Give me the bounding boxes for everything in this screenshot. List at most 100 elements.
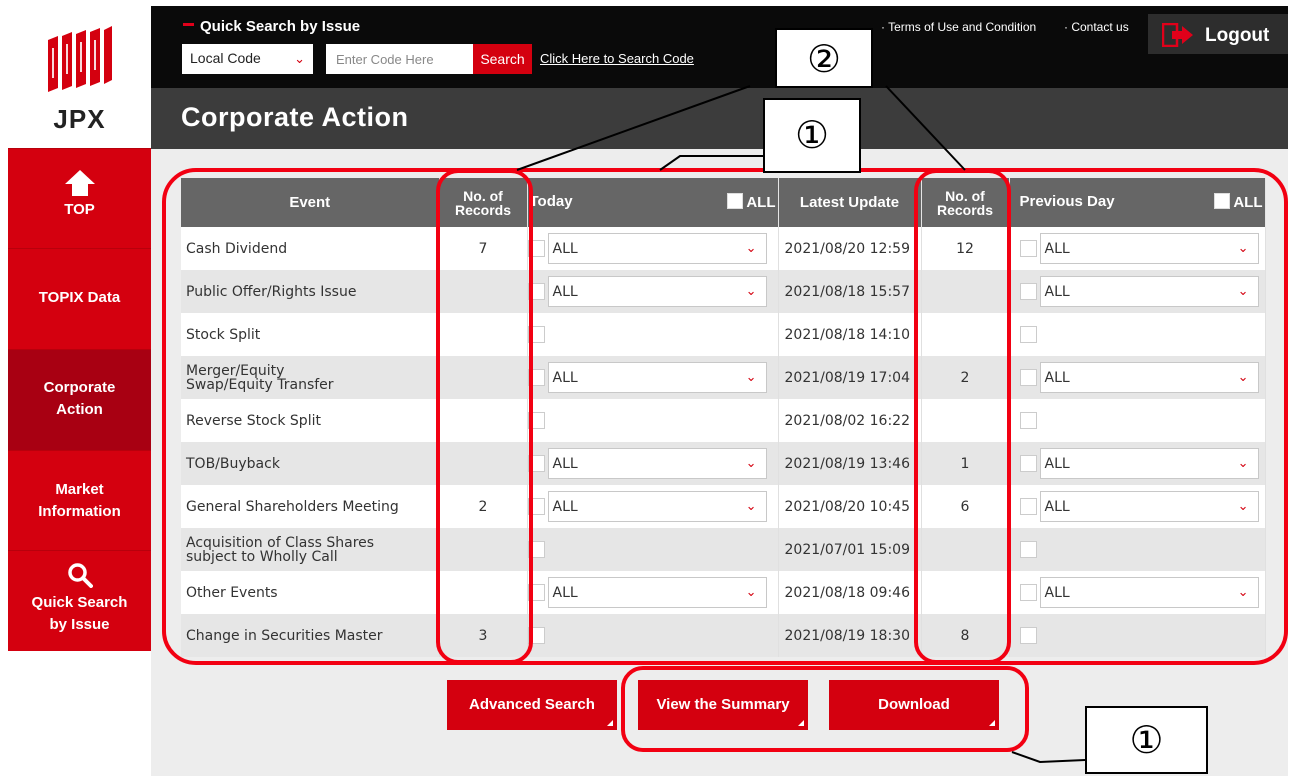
today-records-cell [439, 442, 528, 485]
filter-select[interactable]: ALL ⌄ [1039, 448, 1259, 479]
contact-link[interactable]: · Contact us [1064, 20, 1129, 34]
header-records-line2: Records [454, 201, 512, 218]
corporate-action-table: Event No. of Records Today ALL Latest Upd… [181, 178, 1266, 657]
prev-checkbox[interactable] [1019, 326, 1037, 343]
advanced-search-button[interactable]: Advanced Search [447, 680, 617, 730]
corner-triangle-icon [989, 720, 995, 726]
callout-1-table: ① [763, 98, 861, 173]
today-checkbox[interactable] [527, 498, 545, 515]
latest-update-cell: 2021/08/19 18:30 [778, 614, 922, 657]
code-input[interactable] [326, 44, 473, 74]
prev-all-checkbox[interactable]: ALL [1214, 193, 1263, 211]
today-checkbox[interactable] [527, 541, 545, 558]
sidebar-item-quick-search[interactable]: Quick Search by Issue [8, 550, 151, 651]
latest-update-cell: 2021/08/20 12:59 [778, 227, 922, 270]
table-row: General Shareholders Meeting 2 ALL ⌄ 2021/08… [181, 485, 1266, 528]
filter-select[interactable]: ALL ⌄ [1039, 491, 1259, 522]
previous-day-cell [1009, 614, 1266, 657]
filter-select[interactable]: ALL ⌄ [547, 276, 767, 307]
prev-records-cell: 1 [921, 442, 1010, 485]
prev-records-cell: 12 [921, 227, 1010, 270]
sidebar-item-topix-data[interactable]: TOPIX Data [8, 248, 151, 349]
latest-update-cell: 2021/08/18 14:10 [778, 313, 922, 356]
prev-checkbox[interactable] [1019, 498, 1037, 515]
prev-checkbox[interactable] [1019, 627, 1037, 644]
today-records-cell: 3 [439, 614, 528, 657]
filter-select-value: ALL [552, 585, 578, 601]
today-cell: ALL ⌄ [527, 227, 779, 270]
sidebar-item-corporate-action[interactable]: Corporate Action [8, 349, 151, 450]
logout-label: Logout [1205, 25, 1270, 46]
search-code-link[interactable]: Click Here to Search Code [540, 51, 694, 66]
filter-select[interactable]: ALL ⌄ [547, 577, 767, 608]
download-button[interactable]: Download [829, 680, 999, 730]
today-checkbox[interactable] [527, 283, 545, 300]
prev-checkbox[interactable] [1019, 584, 1037, 601]
event-cell: General Shareholders Meeting [181, 485, 440, 528]
filter-select[interactable]: ALL ⌄ [547, 491, 767, 522]
prev-checkbox[interactable] [1019, 412, 1037, 429]
filter-select-value: ALL [1044, 370, 1070, 386]
table-row: Merger/Equity Swap/Equity Transfer ALL ⌄ 202… [181, 356, 1266, 399]
filter-select[interactable]: ALL ⌄ [547, 233, 767, 264]
code-type-select[interactable]: Local Code ⌄ [182, 44, 313, 74]
event-cell: Change in Securities Master [181, 614, 440, 657]
sidebar-item-top[interactable]: TOP [8, 148, 151, 248]
prev-records-cell [921, 313, 1010, 356]
filter-select[interactable]: ALL ⌄ [1039, 276, 1259, 307]
logout-button[interactable]: Logout [1148, 14, 1288, 54]
prev-records-cell: 8 [921, 614, 1010, 657]
today-checkbox[interactable] [527, 326, 545, 343]
view-summary-button[interactable]: View the Summary [638, 680, 808, 730]
filter-select[interactable]: ALL ⌄ [547, 448, 767, 479]
today-checkbox[interactable] [527, 627, 545, 644]
prev-checkbox[interactable] [1019, 541, 1037, 558]
logo-text: JPX [53, 104, 106, 134]
prev-checkbox[interactable] [1019, 369, 1037, 386]
filter-select[interactable]: ALL ⌄ [1039, 233, 1259, 264]
today-all-checkbox[interactable]: ALL [727, 193, 776, 211]
filter-select-value: ALL [1044, 499, 1070, 515]
filter-select[interactable]: ALL ⌄ [547, 362, 767, 393]
chevron-down-icon: ⌄ [1237, 241, 1249, 256]
filter-select-value: ALL [552, 241, 578, 257]
prev-checkbox[interactable] [1019, 240, 1037, 257]
today-records-cell [439, 528, 528, 571]
terms-link[interactable]: · Terms of Use and Condition [881, 20, 1036, 34]
prev-checkbox[interactable] [1019, 455, 1037, 472]
table-row: TOB/Buyback ALL ⌄ 2021/08/19 13:46 1 ALL ⌄ [181, 442, 1266, 485]
sidebar-item-market-information[interactable]: Market Information [8, 450, 151, 550]
today-checkbox[interactable] [527, 455, 545, 472]
today-checkbox[interactable] [527, 412, 545, 429]
today-checkbox[interactable] [527, 240, 545, 257]
jpx-logo[interactable]: JPX [8, 6, 151, 148]
chevron-down-icon: ⌄ [1237, 370, 1249, 385]
filter-select[interactable]: ALL ⌄ [1039, 577, 1259, 608]
search-button[interactable]: Search [473, 44, 532, 74]
table-row: Cash Dividend 7 ALL ⌄ 2021/08/20 12:59 12 ALL ⌄ [181, 227, 1266, 270]
quick-search-title: Quick Search by Issue [183, 18, 360, 35]
latest-update-cell: 2021/08/18 15:57 [778, 270, 922, 313]
callout-1-buttons: ① [1085, 706, 1208, 774]
table-row: Stock Split 2021/08/18 14:10 [181, 313, 1266, 356]
event-name: Merger/Equity [186, 362, 285, 379]
today-records-cell: 7 [439, 227, 528, 270]
filter-select-value: ALL [1044, 284, 1070, 300]
chevron-down-icon: ⌄ [745, 241, 757, 256]
filter-select[interactable]: ALL ⌄ [1039, 362, 1259, 393]
filter-select-value: ALL [552, 456, 578, 472]
today-checkbox[interactable] [527, 369, 545, 386]
sidebar-item-label: Quick Search [31, 594, 128, 611]
title-bar: Corporate Action [151, 88, 1288, 149]
today-checkbox[interactable] [527, 584, 545, 601]
previous-day-cell: ALL ⌄ [1009, 356, 1266, 399]
header-previous-day-label: Previous Day [1019, 193, 1115, 210]
chevron-down-icon: ⌄ [1237, 456, 1249, 471]
chevron-down-icon: ⌄ [745, 456, 757, 471]
filter-select-value: ALL [552, 370, 578, 386]
prev-checkbox[interactable] [1019, 283, 1037, 300]
corner-triangle-icon [798, 720, 804, 726]
chevron-down-icon: ⌄ [745, 499, 757, 514]
table-row: Other Events ALL ⌄ 2021/08/18 09:46 ALL ⌄ [181, 571, 1266, 614]
sidebar-item-label-line2: Action [56, 401, 103, 418]
